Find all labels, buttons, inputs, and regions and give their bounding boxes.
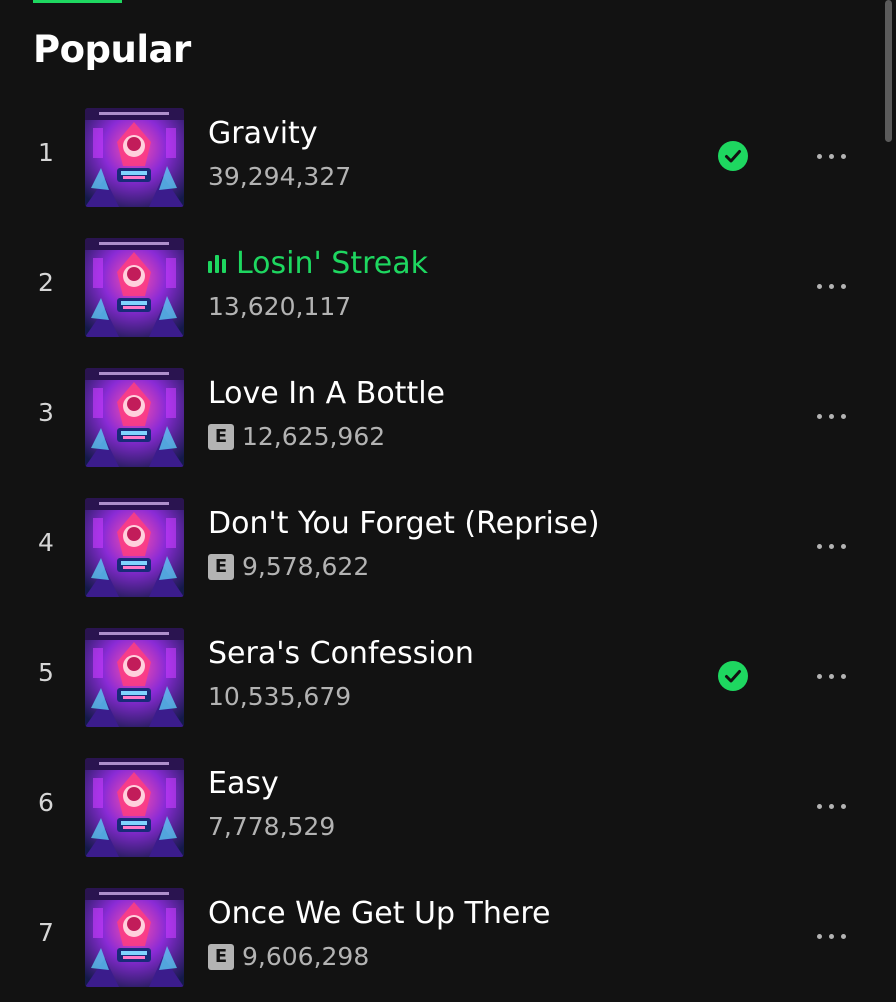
track-title-line[interactable]: Once We Get Up There [208,894,696,934]
track-meta: Losin' Streak 13,620,117 [208,244,696,322]
track-title: Don't You Forget (Reprise) [208,506,600,541]
explicit-badge: E [208,424,234,450]
track-title: Sera's Confession [208,636,474,671]
track-meta: Don't You Forget (Reprise) E 9,578,622 [208,504,696,582]
track-index: 4 [38,528,54,557]
more-options-icon [816,933,822,939]
track-index: 6 [38,788,54,817]
track-index: 5 [38,658,54,687]
track-subline: E 9,578,622 [208,552,696,582]
track-subline: E 9,606,298 [208,942,696,972]
track-title: Once We Get Up There [208,896,551,931]
track-title: Love In A Bottle [208,376,445,411]
album-cover [85,758,184,857]
track-subline: E 12,625,962 [208,422,696,452]
track-title: Losin' Streak [236,246,428,281]
track-title-line[interactable]: Gravity [208,114,696,154]
more-options-icon [816,803,822,809]
track-title-line[interactable]: Sera's Confession [208,634,696,674]
track-title-line[interactable]: Losin' Streak [208,244,696,284]
track-subline: 39,294,327 [208,162,696,192]
more-options-button[interactable] [803,398,859,434]
section-title: Popular [33,28,191,71]
track-subline: 7,778,529 [208,812,696,842]
track-row[interactable]: 3 Love In A Bottle E 12,625,962 [0,352,896,482]
check-circle-icon[interactable] [718,141,748,171]
album-cover [85,238,184,337]
track-subline: 10,535,679 [208,682,696,712]
more-options-icon [816,283,822,289]
play-count: 7,778,529 [208,812,336,841]
more-options-button[interactable] [803,788,859,824]
track-row[interactable]: 4 Don't You Forget (Reprise) E 9,578,622 [0,482,896,612]
track-title-line[interactable]: Easy [208,764,696,804]
play-count: 10,535,679 [208,682,352,711]
explicit-badge: E [208,944,234,970]
track-row[interactable]: 1 Gravity 39,294,327 [0,92,896,222]
track-index: 2 [38,268,54,297]
tab-indicator [33,0,122,3]
track-row[interactable]: 2 Losin' Streak 13,620,117 [0,222,896,352]
track-row[interactable]: 6 Easy 7,778,529 [0,742,896,872]
more-options-button[interactable] [803,138,859,174]
album-cover [85,368,184,467]
track-title: Gravity [208,116,318,151]
track-subline: 13,620,117 [208,292,696,322]
explicit-badge: E [208,554,234,580]
track-meta: Sera's Confession 10,535,679 [208,634,696,712]
play-count: 13,620,117 [208,292,352,321]
check-circle-icon[interactable] [718,661,748,691]
play-count: 9,606,298 [242,942,370,971]
more-options-button[interactable] [803,918,859,954]
track-index: 7 [38,918,54,947]
track-meta: Love In A Bottle E 12,625,962 [208,374,696,452]
more-options-icon [816,413,822,419]
more-options-button[interactable] [803,268,859,304]
track-meta: Easy 7,778,529 [208,764,696,842]
album-cover [85,108,184,207]
track-row[interactable]: 7 Once We Get Up There E 9,606,298 [0,872,896,1002]
track-meta: Gravity 39,294,327 [208,114,696,192]
album-cover [85,888,184,987]
more-options-icon [816,673,822,679]
play-count: 39,294,327 [208,162,352,191]
popular-track-list: 1 Gravity 39,294,327 2 Losin' Streak 13,… [0,92,896,1002]
equalizer-icon [208,255,226,273]
play-count: 12,625,962 [242,422,386,451]
track-title-line[interactable]: Don't You Forget (Reprise) [208,504,696,544]
track-index: 3 [38,398,54,427]
track-title-line[interactable]: Love In A Bottle [208,374,696,414]
album-cover [85,498,184,597]
album-cover [85,628,184,727]
more-options-button[interactable] [803,528,859,564]
track-row[interactable]: 5 Sera's Confession 10,535,679 [0,612,896,742]
play-count: 9,578,622 [242,552,370,581]
track-meta: Once We Get Up There E 9,606,298 [208,894,696,972]
more-options-icon [816,153,822,159]
track-index: 1 [38,138,54,167]
more-options-icon [816,543,822,549]
track-title: Easy [208,766,279,801]
more-options-button[interactable] [803,658,859,694]
